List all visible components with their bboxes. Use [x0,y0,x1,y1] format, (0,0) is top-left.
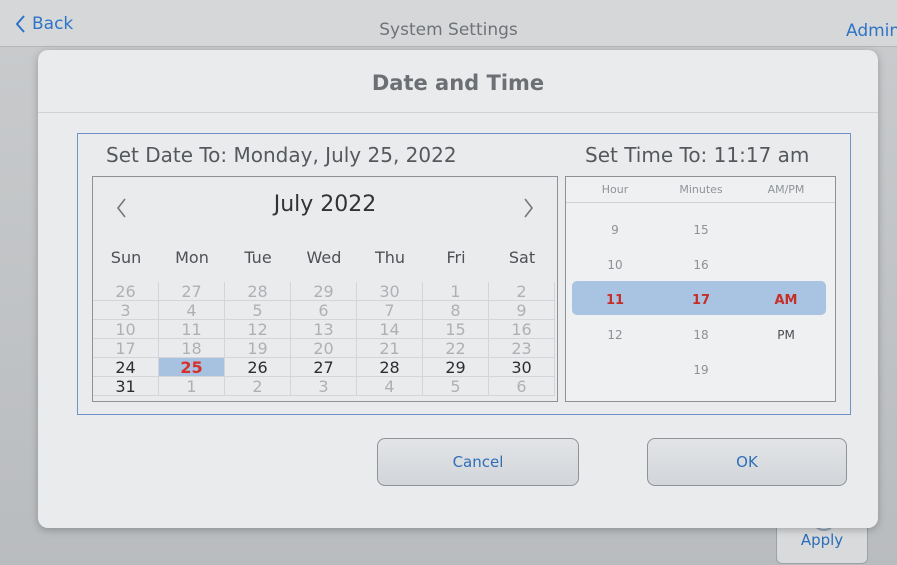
calendar-day[interactable]: 29 [423,358,489,377]
calendar-day[interactable]: 28 [225,282,291,301]
calendar-day[interactable]: 3 [291,377,357,396]
calendar-day[interactable]: 30 [489,358,555,377]
calendar-day[interactable]: 28 [357,358,423,377]
calendar-day[interactable]: 7 [357,301,423,320]
calendar-day[interactable]: 6 [291,301,357,320]
time-option[interactable]: 10 [580,258,650,272]
weekday-mon: Mon [175,248,209,267]
calendar-day[interactable]: 16 [489,320,555,339]
calendar-day[interactable]: 12 [225,320,291,339]
calendar-day[interactable]: 24 [93,358,159,377]
time-option[interactable]: 9 [580,223,650,237]
calendar-day[interactable]: 3 [93,301,159,320]
prev-month-button[interactable] [115,197,127,225]
weekday-fri: Fri [446,248,466,267]
calendar-day[interactable]: 26 [225,358,291,377]
weekday-wed: Wed [306,248,342,267]
calendar-day[interactable]: 31 [93,377,159,396]
calendar-day[interactable]: 19 [225,339,291,358]
time-column-header: Minutes [679,183,723,196]
calendar-day[interactable]: 5 [225,301,291,320]
calendar-day[interactable]: 2 [225,377,291,396]
user-menu[interactable]: Admin [846,21,897,41]
weekday-sun: Sun [110,248,142,267]
calendar-day[interactable]: 14 [357,320,423,339]
calendar-day[interactable]: 4 [357,377,423,396]
time-option[interactable]: 11 [580,293,650,308]
calendar-day[interactable]: 5 [423,377,489,396]
chevron-left-icon [116,198,126,218]
time-option[interactable]: 16 [663,258,739,272]
calendar-day[interactable]: 23 [489,339,555,358]
date-time-dialog: Date and Time Set Date To: Monday, July … [38,50,878,528]
calendar-day[interactable]: 1 [159,377,225,396]
calendar-day[interactable]: 15 [423,320,489,339]
calendar-day[interactable]: 29 [291,282,357,301]
weekday-sat: Sat [508,248,536,267]
calendar-day[interactable]: 9 [489,301,555,320]
next-month-button[interactable] [523,197,535,225]
calendar-day[interactable]: 13 [291,320,357,339]
calendar-day[interactable]: 11 [159,320,225,339]
calendar-day[interactable]: 2 [489,282,555,301]
page-title: System Settings [379,20,518,40]
weekday-tue: Tue [244,248,272,267]
screen: Back System Settings Admin Apply Date an… [0,0,897,565]
calendar-day[interactable]: 22 [423,339,489,358]
dialog-title: Date and Time [38,50,878,113]
calendar-day[interactable]: 26 [93,282,159,301]
calendar-day[interactable]: 30 [357,282,423,301]
calendar-day[interactable]: 1 [423,282,489,301]
calendar-day[interactable]: 10 [93,320,159,339]
calendar-day[interactable]: 4 [159,301,225,320]
calendar-day[interactable]: 6 [489,377,555,396]
time-column-header: Hour [601,183,629,196]
time-option[interactable]: AM [751,293,821,308]
calendar-day[interactable]: 25 [159,358,225,377]
ok-button[interactable]: OK [647,438,847,486]
time-column-header: AM/PM [767,183,805,196]
calendar-month-label: July 2022 [273,192,377,217]
time-option[interactable]: 18 [663,328,739,342]
calendar-day[interactable]: 17 [93,339,159,358]
time-option[interactable]: 15 [663,223,739,237]
calendar-day[interactable]: 21 [357,339,423,358]
time-picker: Hour Minutes AM/PM 9 10 11 12 15 16 17 18 19 AM PM [565,176,836,402]
calendar-day[interactable]: 20 [291,339,357,358]
calendar-grid: 26 27 28 29 30 1 2 3 4 5 6 7 8 9 10 11 12 13 14 15 16 17 18 19 2… [93,282,557,400]
calendar: July 2022 Sun Mon Tue Wed Thu Fri Sat 26 27 28 29… [92,176,558,402]
calendar-day[interactable]: 27 [159,282,225,301]
calendar-day[interactable]: 8 [423,301,489,320]
weekday-thu: Thu [374,248,406,267]
top-bar: Back System Settings Admin [0,0,897,47]
chevron-right-icon [524,198,534,218]
time-heading: Set Time To: 11:17 am [585,143,810,167]
time-option[interactable]: 19 [663,363,739,377]
time-option[interactable]: 12 [580,328,650,342]
time-option[interactable]: 17 [663,293,739,308]
calendar-day[interactable]: 27 [291,358,357,377]
cancel-button[interactable]: Cancel [377,438,579,486]
calendar-day[interactable]: 18 [159,339,225,358]
time-option[interactable]: PM [751,328,821,342]
apply-label: Apply [800,531,844,549]
time-header-divider [566,202,835,203]
date-heading: Set Date To: Monday, July 25, 2022 [106,143,457,167]
